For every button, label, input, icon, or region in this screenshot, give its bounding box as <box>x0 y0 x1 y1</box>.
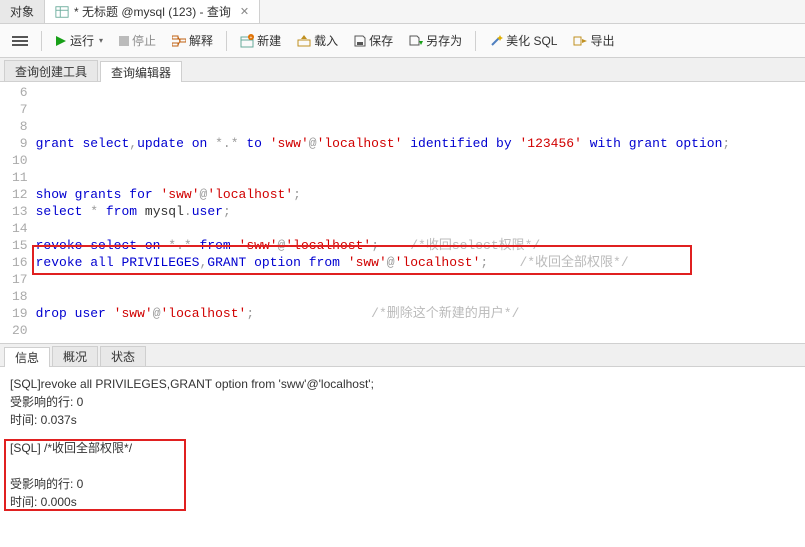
output-line: 受影响的行: 0 <box>10 393 795 411</box>
explain-icon <box>172 35 186 47</box>
tab-query-builder[interactable]: 查询创建工具 <box>4 60 98 81</box>
code-area[interactable]: grant select,update on *.* to 'sww'@'loc… <box>36 84 741 339</box>
output-line: 时间: 0.000s <box>10 493 795 511</box>
output-line: 受影响的行: 0 <box>10 475 795 493</box>
svg-text:+: + <box>250 35 253 41</box>
menu-button[interactable] <box>6 33 34 49</box>
tab-profile[interactable]: 概况 <box>52 346 98 366</box>
query-icon <box>55 5 69 19</box>
line-gutter: 67891011121314151617181920 <box>0 84 36 339</box>
separator <box>475 31 476 51</box>
stop-button[interactable]: 停止 <box>113 29 162 52</box>
separator <box>41 31 42 51</box>
new-button[interactable]: + 新建 <box>234 29 287 52</box>
stop-icon <box>119 36 129 46</box>
beautify-label: 美化 SQL <box>506 32 557 49</box>
load-icon <box>297 35 311 47</box>
output-block: [SQL]revoke all PRIVILEGES,GRANT option … <box>10 375 795 429</box>
new-icon: + <box>240 34 254 48</box>
separator <box>226 31 227 51</box>
beautify-button[interactable]: 美化 SQL <box>483 29 563 52</box>
save-as-button[interactable]: 另存为 <box>403 29 468 52</box>
save-label: 保存 <box>369 32 393 49</box>
result-tabs: 信息 概况 状态 <box>0 343 805 367</box>
run-button[interactable]: 运行 ▾ <box>49 29 109 52</box>
tab-label: * 无标题 @mysql (123) - 查询 <box>74 3 231 20</box>
export-label: 导出 <box>590 32 614 49</box>
export-icon <box>573 35 587 47</box>
load-label: 载入 <box>314 32 338 49</box>
tab-status[interactable]: 状态 <box>100 346 146 366</box>
save-as-icon <box>409 35 423 47</box>
run-label: 运行 <box>70 32 94 49</box>
close-icon[interactable]: ✕ <box>240 5 249 18</box>
wand-icon <box>489 34 503 48</box>
code-editor[interactable]: 67891011121314151617181920 grant select,… <box>0 82 805 343</box>
output-line: 时间: 0.037s <box>10 411 795 429</box>
load-button[interactable]: 载入 <box>291 29 344 52</box>
stop-label: 停止 <box>132 32 156 49</box>
save-as-label: 另存为 <box>426 32 462 49</box>
save-button[interactable]: 保存 <box>348 29 399 52</box>
save-icon <box>354 35 366 47</box>
toolbar: 运行 ▾ 停止 解释 + 新建 载入 保存 另存为 美化 SQL 导出 <box>0 24 805 58</box>
tab-objects[interactable]: 对象 <box>0 0 45 23</box>
tab-query-editor[interactable]: 查询编辑器 <box>100 61 182 82</box>
tab-query[interactable]: * 无标题 @mysql (123) - 查询 ✕ <box>45 0 260 23</box>
explain-label: 解释 <box>189 32 213 49</box>
output-line: [SQL] /*收回全部权限*/ <box>10 439 795 457</box>
editor-tabs: 查询创建工具 查询编辑器 <box>0 58 805 82</box>
output-block: [SQL] /*收回全部权限*/ 受影响的行: 0 时间: 0.000s <box>10 439 795 511</box>
tab-label: 对象 <box>10 3 34 20</box>
play-icon <box>55 35 67 47</box>
output-panel: [SQL]revoke all PRIVILEGES,GRANT option … <box>0 367 805 522</box>
export-button[interactable]: 导出 <box>567 29 620 52</box>
chevron-down-icon: ▾ <box>99 36 103 45</box>
tab-info[interactable]: 信息 <box>4 347 50 367</box>
new-label: 新建 <box>257 32 281 49</box>
document-tabs: 对象 * 无标题 @mysql (123) - 查询 ✕ <box>0 0 805 24</box>
menu-icon <box>12 36 28 46</box>
output-line: [SQL]revoke all PRIVILEGES,GRANT option … <box>10 375 795 393</box>
explain-button[interactable]: 解释 <box>166 29 219 52</box>
